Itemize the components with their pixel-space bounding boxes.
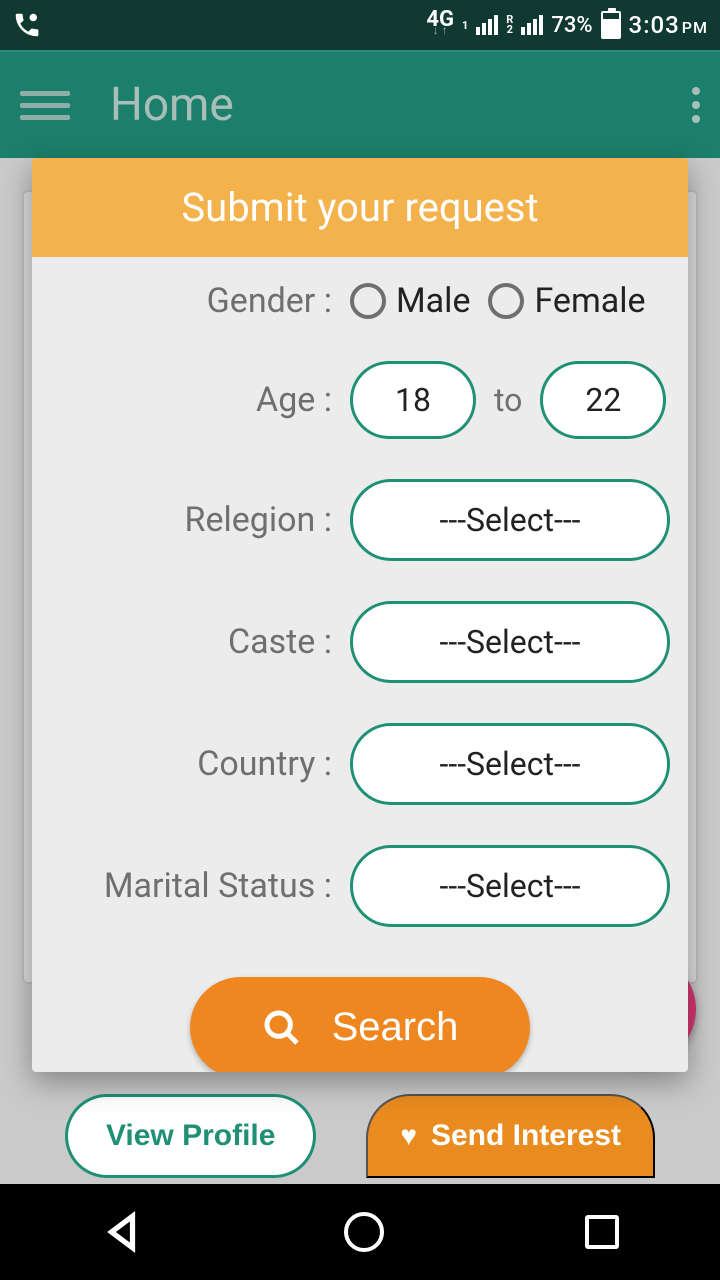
religion-label: Relegion : [50,500,350,540]
back-icon[interactable] [101,1211,143,1253]
search-button-label: Search [332,1005,459,1050]
system-nav-bar [0,1184,720,1280]
battery-icon [601,11,621,39]
battery-percent: 73% [551,13,592,38]
radio-unchecked-icon [488,283,524,319]
caste-label: Caste : [50,622,350,662]
female-option-label: Female [534,281,645,321]
modal-title: Submit your request [32,158,688,257]
app-bar: Home [0,50,720,158]
gender-male-radio[interactable]: Male [350,281,470,321]
search-button[interactable]: Search [190,977,531,1072]
caste-select[interactable]: ---Select--- [350,601,670,683]
marital-status-select[interactable]: ---Select--- [350,845,670,927]
status-bar: 4G ↓ ↑ 1 R 2 73% 3:03PM [0,0,720,50]
clock-time: 3:03PM [629,11,708,39]
gender-label: Gender : [50,281,350,321]
page-title: Home [110,78,234,132]
country-select[interactable]: ---Select--- [350,723,670,805]
content-area: View Profile ♥ Send Interest Submit your… [0,158,720,1184]
home-icon[interactable] [344,1212,384,1252]
heart-icon: ♥ [400,1120,417,1152]
signal-sim2-icon [521,15,543,35]
search-icon [262,1008,302,1048]
male-option-label: Male [396,281,470,321]
age-from-select[interactable]: 18 [350,361,476,439]
sim1-label: 1 [462,19,468,32]
age-to-word: to [494,381,522,419]
submit-request-modal: Submit your request Gender : Male Female… [32,158,688,1072]
phone-call-icon [12,10,42,40]
view-profile-button[interactable]: View Profile [65,1094,317,1178]
radio-unchecked-icon [350,283,386,319]
marital-status-label: Marital Status : [50,866,350,906]
religion-select[interactable]: ---Select--- [350,479,670,561]
age-label: Age : [50,380,350,420]
sim2-roaming: R 2 [506,15,513,35]
country-label: Country : [50,744,350,784]
overflow-menu-icon[interactable] [692,87,708,123]
gender-female-radio[interactable]: Female [488,281,645,321]
menu-icon[interactable] [20,85,70,125]
send-interest-button[interactable]: ♥ Send Interest [366,1094,655,1178]
signal-sim1-icon [476,15,498,35]
age-to-select[interactable]: 22 [540,361,666,439]
send-interest-label: Send Interest [431,1119,621,1153]
network-type: 4G ↓ ↑ [426,15,454,35]
recent-apps-icon[interactable] [585,1215,619,1249]
